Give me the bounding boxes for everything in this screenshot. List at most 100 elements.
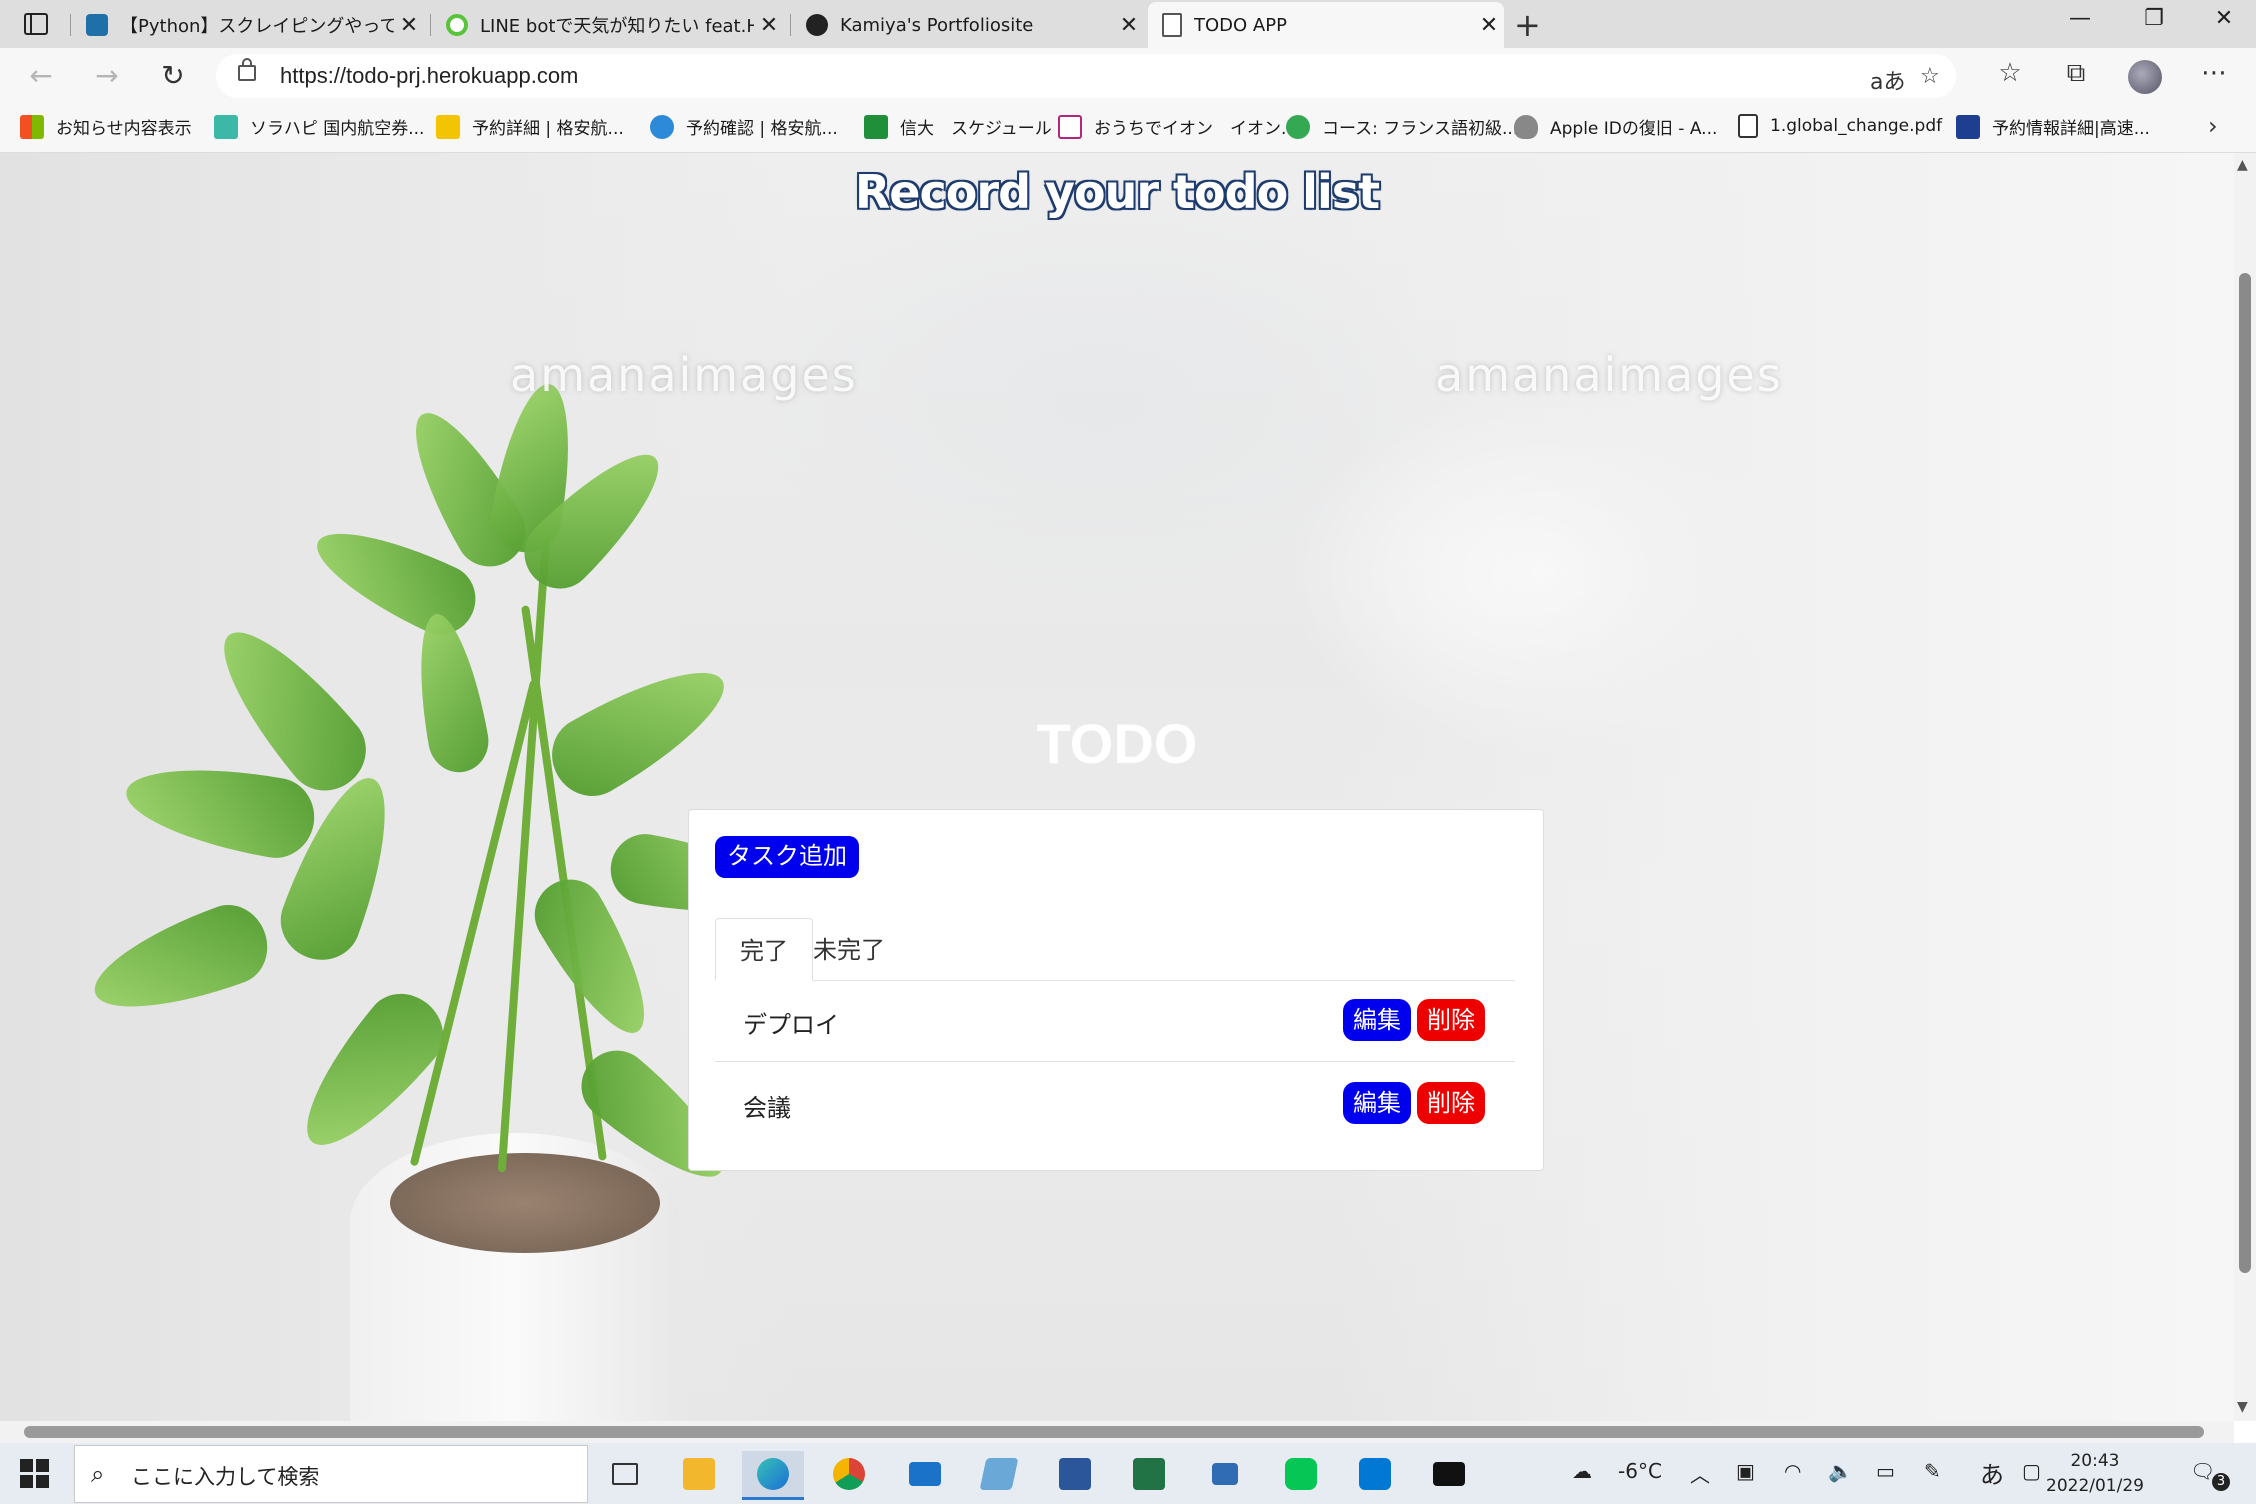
bookmark-favicon	[1956, 114, 1980, 139]
more-menu-icon[interactable]: ⋯	[2194, 58, 2234, 88]
task-name: デプロイ	[743, 1011, 839, 1039]
refresh-button[interactable]: ↻	[150, 56, 196, 96]
file-explorer-icon[interactable]	[668, 1451, 730, 1497]
weather-temp[interactable]: -6°C	[1618, 1459, 1662, 1483]
search-icon: ⌕	[91, 1460, 105, 1488]
word-icon[interactable]	[1044, 1451, 1106, 1497]
taskbar-search[interactable]: ⌕ ここに入力して検索	[74, 1445, 588, 1503]
vscode-icon[interactable]	[1344, 1451, 1406, 1497]
bookmark-item[interactable]: 予約詳細 | 格安航...	[436, 114, 624, 139]
system-clock[interactable]: 20:43 2022/01/29	[2046, 1449, 2144, 1499]
bookmarks-bar: お知らせ内容表示 ソラハピ 国内航空券... 予約詳細 | 格安航... 予約確…	[0, 106, 2256, 153]
bookmark-item[interactable]: 予約情報詳細|高速...	[1956, 114, 2150, 139]
close-tab-icon[interactable]: ✕	[1474, 13, 1504, 38]
weather-icon[interactable]: ☁	[1572, 1459, 1592, 1483]
pen-icon[interactable]: ✎	[1924, 1459, 1941, 1483]
background-image	[1334, 153, 2234, 1421]
browser-tab-2[interactable]: LINE botで天気が知りたい feat.Her ✕	[432, 2, 784, 48]
volume-icon[interactable]: 🔈	[1828, 1459, 1853, 1483]
scroll-thumb[interactable]	[24, 1426, 2204, 1438]
bookmark-item[interactable]: ソラハピ 国内航空券...	[214, 114, 424, 139]
edit-button[interactable]: 編集	[1343, 1082, 1411, 1124]
browser-tab-4-active[interactable]: TODO APP ✕	[1148, 2, 1504, 48]
todo-card: タスク追加 完了 未完了 デプロイ 編集 削除 会議 編集 削除	[688, 809, 1544, 1171]
scroll-up-icon[interactable]: ▲	[2237, 157, 2248, 173]
start-button[interactable]	[20, 1459, 50, 1489]
bookmark-item[interactable]: 予約確認 | 格安航...	[650, 114, 838, 139]
lock-icon[interactable]	[238, 58, 256, 81]
network-icon[interactable]	[1194, 1451, 1256, 1497]
notification-count: 3	[2212, 1473, 2230, 1491]
read-aloud-icon[interactable]: aあ	[1870, 64, 1905, 96]
close-tab-icon[interactable]: ✕	[754, 13, 784, 38]
microsoft-icon	[20, 114, 44, 139]
bookmark-item[interactable]: Apple IDの復旧 - A...	[1514, 114, 1717, 139]
blog-icon	[86, 14, 108, 36]
new-tab-button[interactable]: +	[1514, 6, 1541, 44]
task-row: 会議 編集 削除	[715, 1064, 1515, 1144]
profile-avatar[interactable]	[2128, 60, 2162, 94]
globe-icon	[650, 114, 674, 139]
chevron-up-icon[interactable]: ︿	[1690, 1459, 1710, 1488]
delete-button[interactable]: 削除	[1417, 999, 1485, 1041]
mail-icon[interactable]	[894, 1451, 956, 1497]
chrome-icon[interactable]	[818, 1451, 880, 1497]
bookmark-item[interactable]: おうちでイオン イオン...	[1058, 114, 1297, 139]
browser-toolbar: ← → ↻ https://todo-prj.herokuapp.com aあ …	[0, 48, 2256, 106]
line-icon[interactable]	[1270, 1451, 1332, 1497]
collections-icon[interactable]: ⧉	[2056, 58, 2096, 89]
url-text[interactable]: https://todo-prj.herokuapp.com	[280, 63, 578, 89]
minimize-button[interactable]: —	[2050, 6, 2110, 31]
battery-icon[interactable]: ▭	[1876, 1459, 1895, 1483]
back-button[interactable]: ←	[18, 56, 64, 96]
scroll-thumb[interactable]	[2239, 273, 2251, 1273]
todo-heading: TODO	[1036, 712, 1198, 775]
edit-button[interactable]: 編集	[1343, 999, 1411, 1041]
edge-icon[interactable]	[742, 1451, 804, 1500]
watermark-text: amanaimages	[510, 348, 858, 402]
browser-tab-1[interactable]: 【Python】スクレイピングやってみた | F ✕	[72, 2, 424, 48]
task-name: 会議	[743, 1094, 791, 1122]
wifi-icon[interactable]: ◠	[1784, 1459, 1801, 1483]
browser-tab-3[interactable]: Kamiya's Portfoliosite ✕	[792, 2, 1144, 48]
bookmark-favicon	[214, 114, 238, 139]
task-view-icon[interactable]	[594, 1451, 656, 1497]
tab-incomplete[interactable]: 未完了	[789, 918, 909, 980]
bookmark-item[interactable]: 信大 スケジュール	[864, 114, 1052, 139]
chevron-right-icon[interactable]: ›	[2208, 112, 2218, 140]
bookmark-item[interactable]: 1.global_change.pdf	[1738, 114, 1942, 138]
bookmark-item[interactable]: コース: フランス語初級...	[1286, 114, 1518, 139]
forward-button[interactable]: →	[84, 56, 130, 96]
terminal-icon[interactable]	[1418, 1451, 1480, 1497]
row-divider	[715, 1061, 1515, 1062]
horizontal-scrollbar[interactable]	[0, 1421, 2234, 1443]
tab-actions-button[interactable]	[14, 8, 58, 40]
document-icon	[1738, 114, 1758, 138]
windows-taskbar: ⌕ ここに入力して検索 ☁ -6°C ︿ ▣ ◠ 🔈 ▭ ✎ あ ▢ 20:43…	[0, 1443, 2256, 1504]
bookmark-favicon	[1286, 114, 1310, 139]
scroll-down-icon[interactable]: ▼	[2237, 1399, 2248, 1415]
close-window-button[interactable]: ✕	[2194, 6, 2254, 31]
add-favorite-icon[interactable]: ☆	[1920, 64, 1940, 89]
add-task-button[interactable]: タスク追加	[715, 836, 859, 878]
excel-icon[interactable]	[1118, 1451, 1180, 1497]
notepad-icon[interactable]	[968, 1451, 1030, 1497]
address-bar[interactable]: https://todo-prj.herokuapp.com aあ ☆	[216, 54, 1956, 98]
tab-separator	[790, 14, 791, 36]
delete-button[interactable]: 削除	[1417, 1082, 1485, 1124]
spinner-icon	[446, 14, 468, 36]
ime-mode-icon[interactable]: ▢	[2022, 1459, 2041, 1483]
vertical-scrollbar[interactable]: ▲ ▼	[2234, 153, 2256, 1421]
favorites-icon[interactable]: ☆	[1990, 58, 2030, 88]
security-icon[interactable]: ▣	[1736, 1459, 1755, 1483]
home-icon	[1058, 114, 1082, 139]
bookmark-favicon	[864, 114, 888, 139]
close-tab-icon[interactable]: ✕	[394, 13, 424, 38]
tab-separator	[70, 14, 71, 36]
restore-button[interactable]: ❐	[2124, 6, 2184, 31]
ime-indicator[interactable]: あ	[1980, 1455, 2004, 1490]
watermark-text: amanaimages	[1435, 348, 1783, 402]
page-icon	[1162, 13, 1182, 37]
close-tab-icon[interactable]: ✕	[1114, 13, 1144, 38]
bookmark-item[interactable]: お知らせ内容表示	[20, 114, 192, 139]
